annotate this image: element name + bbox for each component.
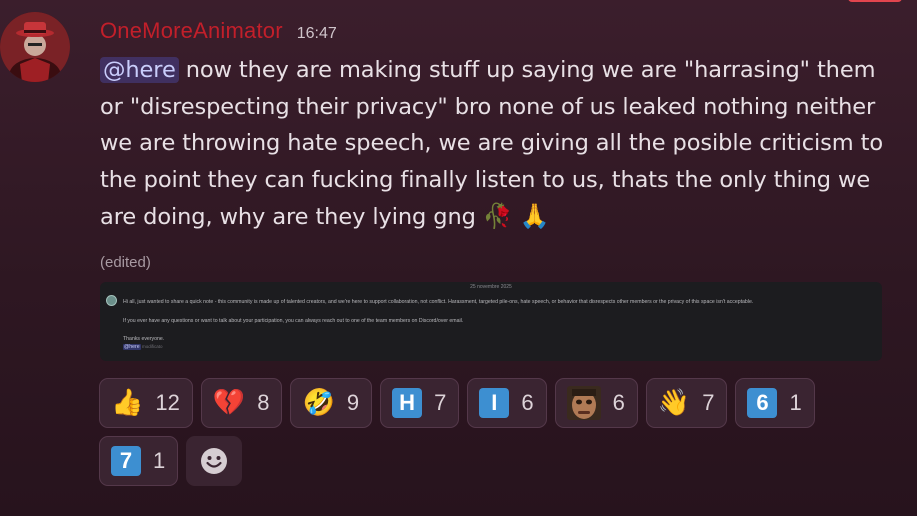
attachment-avatar: [106, 295, 117, 306]
username[interactable]: OneMoreAnimator: [100, 18, 283, 44]
reaction-thumbs-up[interactable]: 👍 12: [99, 378, 193, 428]
reaction-count: 7: [702, 390, 715, 415]
top-indicator: [848, 0, 902, 2]
regional-h-icon: H: [392, 388, 423, 418]
reaction-count: 6: [521, 390, 534, 415]
thumbs-up-icon: 👍: [111, 388, 144, 418]
reaction-regional-i[interactable]: I 6: [467, 378, 547, 428]
attachment-line-3: Thanks everyone.: [123, 336, 165, 342]
avatar[interactable]: [0, 12, 70, 82]
message-header: OneMoreAnimator 16:47: [100, 18, 337, 46]
attachment-date: 25 novembre 2025: [470, 284, 512, 290]
reactions-bar: 👍 12 💔 8 🤣 9 H 7 I 6 6 👋 7 6 1 7 1: [99, 378, 899, 486]
waving-hand-icon: 👋: [657, 388, 691, 418]
attachment-time: modificato: [142, 344, 163, 349]
reaction-count: 1: [789, 390, 802, 415]
timestamp[interactable]: 16:47: [297, 25, 337, 43]
reaction-waving-hand[interactable]: 👋 7: [645, 378, 728, 428]
attachment-line-2: If you ever have any questions or want t…: [123, 318, 464, 324]
message-content: @here now they are making stuff up sayin…: [100, 52, 900, 236]
reaction-count: 7: [434, 390, 447, 415]
reaction-count: 9: [346, 390, 360, 415]
reaction-keycap-7[interactable]: 7 1: [99, 436, 179, 486]
mention-here[interactable]: @here: [100, 57, 179, 83]
add-reaction-button[interactable]: [186, 436, 243, 486]
reaction-count: 8: [257, 390, 270, 415]
reaction-rolling-laughing[interactable]: 🤣 9: [290, 378, 373, 428]
attachment-line-1: Hi all, just wanted to share a quick not…: [123, 299, 754, 305]
keycap-6-icon: 6: [747, 388, 778, 418]
reaction-count: 6: [612, 390, 625, 415]
reaction-keycap-6[interactable]: 6 1: [735, 378, 815, 428]
image-attachment[interactable]: 25 novembre 2025 Hi all, just wanted to …: [100, 282, 882, 361]
reaction-custom-face[interactable]: 6: [554, 378, 638, 428]
broken-heart-icon: 💔: [212, 388, 246, 418]
edited-label: (edited): [100, 254, 151, 271]
keycap-7-icon: 7: [111, 446, 141, 476]
wilted-flower-icon[interactable]: 🥀: [483, 202, 513, 230]
reaction-count: 1: [153, 448, 166, 473]
reaction-broken-heart[interactable]: 💔 8: [200, 378, 283, 428]
custom-face-icon: [566, 386, 601, 420]
reaction-count: 12: [155, 390, 180, 415]
folded-hands-icon[interactable]: 🙏: [520, 202, 550, 230]
rolling-laughing-icon: 🤣: [302, 388, 335, 418]
attachment-mention: @here: [123, 344, 141, 350]
regional-i-icon: I: [479, 388, 510, 418]
reaction-regional-h[interactable]: H 7: [380, 378, 460, 428]
smiley-add-icon: [201, 448, 228, 474]
